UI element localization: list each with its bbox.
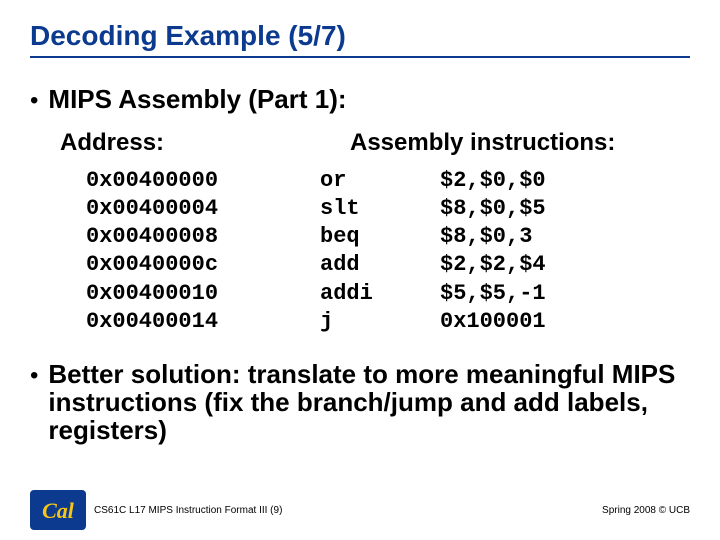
table-row: beq	[320, 223, 440, 251]
table-row: 0x00400010	[86, 280, 320, 308]
table-row: $2,$2,$4	[440, 251, 690, 279]
bullet-secondary-text: Better solution: translate to more meani…	[48, 360, 690, 444]
table-row: 0x00400008	[86, 223, 320, 251]
table-row: j	[320, 308, 440, 336]
bullet-secondary: • Better solution: translate to more mea…	[30, 360, 690, 444]
footer-right: Spring 2008 © UCB	[602, 505, 690, 516]
table-row: 0x0040000c	[86, 251, 320, 279]
table-row: $5,$5,-1	[440, 280, 690, 308]
svg-text:Cal: Cal	[42, 498, 75, 523]
bullet-main: • MIPS Assembly (Part 1):	[30, 84, 690, 115]
table-row: 0x100001	[440, 308, 690, 336]
args-column: $2,$0,$0 $8,$0,$5 $8,$0,3 $2,$2,$4 $5,$5…	[440, 167, 690, 336]
slide-title: Decoding Example (5/7)	[30, 20, 690, 52]
table-row: slt	[320, 195, 440, 223]
table-row: $2,$0,$0	[440, 167, 690, 195]
footer: Cal CS61C L17 MIPS Instruction Format II…	[0, 490, 720, 530]
table-row: addi	[320, 280, 440, 308]
table-row: or	[320, 167, 440, 195]
table-row: $8,$0,$5	[440, 195, 690, 223]
assembly-header: Assembly instructions:	[350, 129, 690, 157]
address-header: Address:	[60, 129, 350, 157]
table-row: add	[320, 251, 440, 279]
bullet-main-text: MIPS Assembly (Part 1):	[48, 84, 346, 115]
table-row: $8,$0,3	[440, 223, 690, 251]
mnemonic-column: or slt beq add addi j	[320, 167, 440, 336]
cal-logo-icon: Cal	[30, 490, 86, 530]
table-row: 0x00400000	[86, 167, 320, 195]
address-column: 0x00400000 0x00400004 0x00400008 0x00400…	[86, 167, 320, 336]
footer-left: CS61C L17 MIPS Instruction Format III (9…	[94, 505, 282, 516]
bullet-dot-icon: •	[30, 364, 38, 388]
table-row: 0x00400004	[86, 195, 320, 223]
instruction-table: 0x00400000 0x00400004 0x00400008 0x00400…	[30, 167, 690, 336]
table-row: 0x00400014	[86, 308, 320, 336]
bullet-dot-icon: •	[30, 89, 38, 113]
